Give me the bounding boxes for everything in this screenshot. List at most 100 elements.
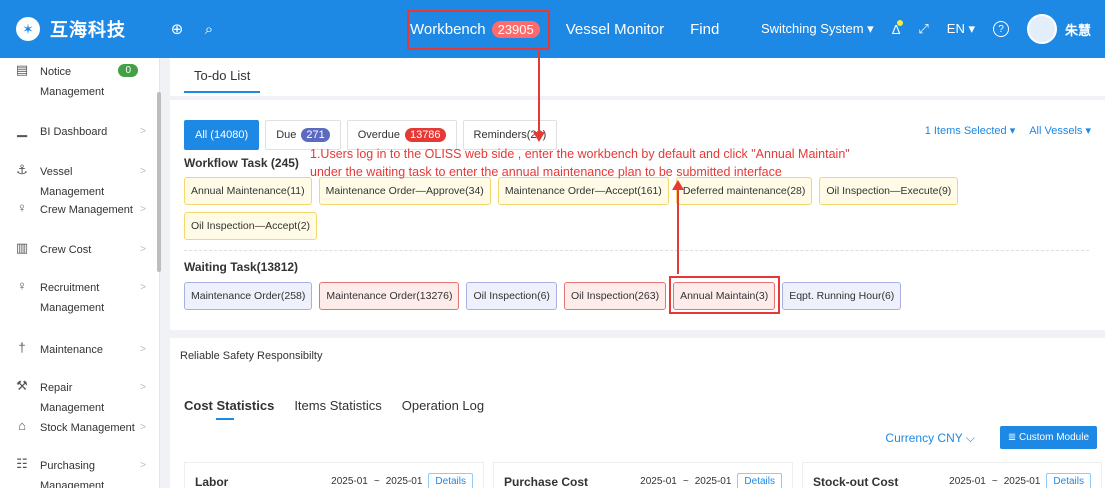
filter-all[interactable]: All (14080): [184, 120, 260, 150]
sidebar-item-notice[interactable]: ▤ Notice Management 0: [0, 62, 150, 102]
stat-card-stock-out-cost: Stock-out Cost 2025-01 ~ 2025-01 Details: [802, 462, 1102, 488]
chevron-right-icon: >: [140, 460, 146, 471]
help-icon[interactable]: ?: [992, 21, 1009, 37]
sidebar-item-label: Maintenance: [40, 344, 103, 356]
nav-find[interactable]: Find: [690, 21, 719, 38]
bell-icon[interactable]: Δ: [892, 19, 903, 37]
sidebar-item-crew-cost[interactable]: ▥ Crew Cost >: [0, 240, 150, 260]
filter-due-label: Due: [276, 129, 297, 141]
crew-icon: ♀: [17, 200, 27, 215]
stat-card-title: Stock-out Cost: [813, 475, 899, 488]
search-icon[interactable]: ⌕: [200, 20, 218, 38]
cart-icon: ☷: [16, 456, 28, 471]
currency-dropdown[interactable]: Currency CNY ⌵: [885, 431, 975, 446]
active-tab-underline: [216, 418, 234, 420]
details-button[interactable]: Details: [737, 473, 782, 488]
chevron-right-icon: >: [140, 204, 146, 215]
date-to[interactable]: 2025-01: [386, 476, 423, 487]
wallet-icon: ▥: [15, 240, 29, 255]
arrowhead-down-icon: [533, 132, 545, 142]
sidebar-item-recruitment[interactable]: ♀ Recruitment Management >: [0, 278, 150, 318]
main-content: To-do List All (14080) Due 271 Overdue 1…: [170, 58, 1105, 488]
highlight-workbench: [407, 10, 550, 50]
workflow-task-title: Workflow Task (245): [184, 156, 299, 170]
chip-oil-inspection-6[interactable]: Oil Inspection(6): [466, 282, 557, 310]
logo-icon: ✶: [16, 17, 40, 41]
divider: [184, 250, 1089, 251]
waiting-task-title: Waiting Task(13812): [184, 260, 299, 274]
sidebar-item-maintenance[interactable]: † Maintenance >: [0, 340, 150, 360]
chevron-right-icon: >: [140, 422, 146, 433]
brand-name: 互海科技: [50, 20, 126, 40]
tab-cost-statistics[interactable]: Cost Statistics: [184, 398, 274, 413]
filter-overdue-label: Overdue: [357, 129, 400, 141]
anchor-icon: ⚓: [16, 162, 28, 177]
sidebar-item-label: Recruitment Management: [40, 282, 105, 314]
chip-oil-execute[interactable]: Oil Inspection—Execute(9): [819, 177, 959, 205]
chip-deferred[interactable]: Deferred maintenance(28): [675, 177, 813, 205]
date-to[interactable]: 2025-01: [1004, 476, 1041, 487]
chip-eqpt-running-hour[interactable]: Eqpt. Running Hour(6): [782, 282, 902, 310]
sidebar-item-label: Crew Management: [40, 204, 133, 216]
date-range: 2025-01 ~ 2025-01 Details: [640, 473, 782, 488]
top-right-tools: Switching System ▾ Δ ⤢ EN ▾ ? 朱慧: [761, 0, 1091, 58]
annotation-line-1: 1.Users log in to the OLISS web side , e…: [310, 147, 850, 161]
items-selected-dropdown[interactable]: 1 Items Selected ▾: [925, 124, 1016, 137]
date-separator: ~: [682, 476, 689, 487]
tab-todo-list[interactable]: To-do List: [184, 68, 261, 93]
statistics-card: Cost Statistics Items Statistics Operati…: [170, 376, 1105, 488]
date-to[interactable]: 2025-01: [695, 476, 732, 487]
all-vessels-dropdown[interactable]: All Vessels ▾: [1029, 124, 1091, 137]
details-button[interactable]: Details: [428, 473, 473, 488]
sidebar-item-repair[interactable]: ⚒ Repair Management >: [0, 378, 150, 418]
date-from[interactable]: 2025-01: [640, 476, 677, 487]
chevron-right-icon: >: [140, 382, 146, 393]
chevron-right-icon: >: [140, 282, 146, 293]
date-from[interactable]: 2025-01: [331, 476, 368, 487]
language-dropdown[interactable]: EN ▾: [947, 21, 975, 37]
collapse-menu-icon[interactable]: ⊕: [168, 20, 186, 38]
sidebar-item-label: BI Dashboard: [40, 126, 108, 138]
sidebar-item-stock[interactable]: ⌂ Stock Management >: [0, 418, 150, 438]
sidebar-item-bi-dashboard[interactable]: ▁ BI Dashboard >: [0, 122, 150, 142]
tools-icon: ⚒: [16, 378, 28, 393]
wrench-icon: †: [18, 340, 26, 355]
sidebar-item-crew-management[interactable]: ♀ Crew Management >: [0, 200, 150, 220]
chip-maintenance-order-258[interactable]: Maintenance Order(258): [184, 282, 313, 310]
details-button[interactable]: Details: [1046, 473, 1091, 488]
sidebar-scrollbar[interactable]: [157, 92, 161, 272]
home-icon: ⌂: [18, 418, 26, 433]
tab-items-statistics[interactable]: Items Statistics: [294, 398, 381, 413]
sidebar-item-purchasing[interactable]: ☷ Purchasing Management >: [0, 456, 150, 488]
chevron-right-icon: >: [140, 344, 146, 355]
chevron-right-icon: >: [140, 166, 146, 177]
date-from[interactable]: 2025-01: [949, 476, 986, 487]
date-range: 2025-01 ~ 2025-01 Details: [331, 473, 473, 488]
notice-badge: 0: [118, 64, 138, 77]
chip-oil-inspection-263[interactable]: Oil Inspection(263): [563, 282, 667, 310]
tab-operation-log[interactable]: Operation Log: [402, 398, 484, 413]
chip-mo-approve[interactable]: Maintenance Order—Approve(34): [318, 177, 491, 205]
switching-system-dropdown[interactable]: Switching System ▾: [761, 21, 874, 37]
chip-maintenance-order-13276[interactable]: Maintenance Order(13276): [319, 282, 460, 310]
nav-vessel-monitor[interactable]: Vessel Monitor: [566, 21, 664, 38]
highlight-annual-maintain: [669, 276, 780, 314]
sidebar-item-vessel-management[interactable]: ⚓ Vessel Management >: [0, 162, 150, 202]
chip-oil-accept[interactable]: Oil Inspection—Accept(2): [184, 212, 318, 240]
person-icon: ♀: [17, 278, 27, 293]
chip-mo-accept[interactable]: Maintenance Order—Accept(161): [497, 177, 669, 205]
chevron-right-icon: >: [140, 244, 146, 255]
stat-card-labor: Labor 2025-01 ~ 2025-01 Details: [184, 462, 484, 488]
date-separator: ~: [991, 476, 998, 487]
date-separator: ~: [373, 476, 380, 487]
arrow-to-annual-maintain: [677, 186, 679, 274]
safety-card: Reliable Safety Responsibilty: [170, 330, 1105, 368]
top-bar: ✶ 互海科技 ⊕ ⌕ Workbench 23905 Vessel Monito…: [0, 0, 1105, 58]
brand[interactable]: ✶ 互海科技: [0, 0, 160, 58]
statistics-tabs: Cost Statistics Items Statistics Operati…: [184, 398, 484, 413]
user-menu[interactable]: 朱慧: [1026, 14, 1091, 44]
fullscreen-icon[interactable]: ⤢: [918, 21, 928, 37]
avatar: [1026, 14, 1057, 44]
custom-module-button[interactable]: ≣ Custom Module: [999, 426, 1097, 449]
chip-annual-maintenance[interactable]: Annual Maintenance(11): [184, 177, 312, 205]
